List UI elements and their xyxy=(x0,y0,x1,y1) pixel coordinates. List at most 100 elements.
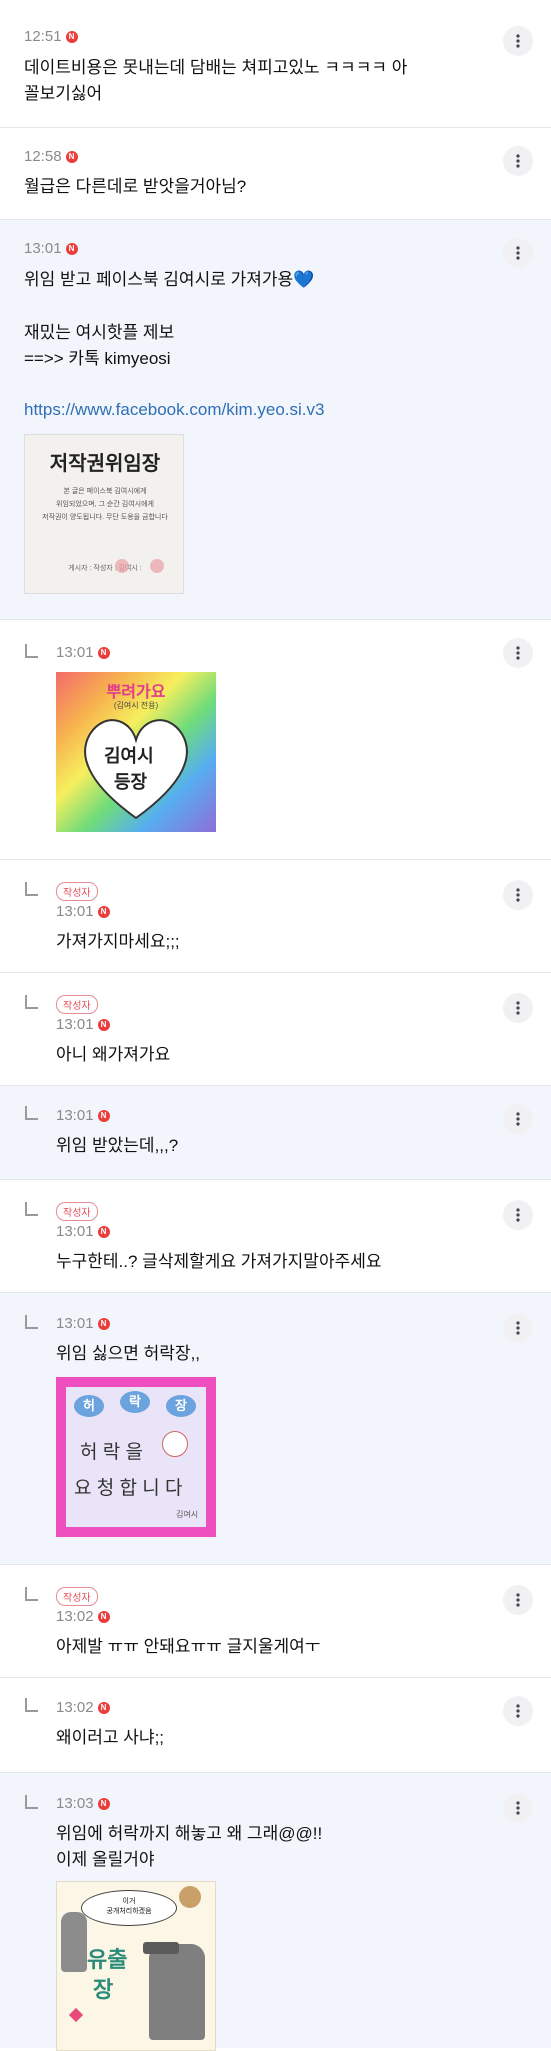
image-line: 허 락 을 xyxy=(80,1442,143,1463)
comment-meta: 12:51 N xyxy=(24,28,78,45)
image-line: 위임되었으며, 그 순간 김여시에게 xyxy=(56,501,154,508)
reply-arrow-icon xyxy=(25,1795,38,1809)
more-vertical-icon xyxy=(516,1112,520,1126)
leak-sticker-image: 이거 공개처리하겠음 유출 장 xyxy=(56,1881,216,2051)
image-signature: 김여시 xyxy=(176,1510,199,1519)
more-vertical-icon xyxy=(516,1208,520,1222)
new-badge-icon: N xyxy=(97,646,110,659)
new-badge-icon: N xyxy=(97,1225,110,1238)
more-vertical-icon xyxy=(516,154,520,168)
image-line: 요 청 합 니 다 xyxy=(74,1478,183,1499)
blue-heart-icon: 장 xyxy=(166,1395,196,1417)
image-line: 본 글은 페이스북 김여시에게 xyxy=(63,488,147,495)
sticker-line: 유출 xyxy=(87,1947,128,1972)
more-options-button[interactable] xyxy=(503,880,533,910)
new-badge-icon: N xyxy=(65,242,78,255)
more-options-button[interactable] xyxy=(503,1104,533,1134)
moai-icon xyxy=(149,1944,205,2040)
facebook-link[interactable]: https://www.facebook.com/kim.yeo.si.v3 xyxy=(24,397,324,423)
image-body: 본 글은 페이스북 김여시에게 위임되었으며, 그 순간 김여시에게 저작권이 … xyxy=(33,485,177,524)
reply-comment: 작성자 13:01 N 누구한테..? 글삭제할게요 가져가지말아주세요 xyxy=(0,1180,551,1293)
reply-arrow-icon xyxy=(25,1315,38,1329)
timestamp: 13:01 xyxy=(56,644,94,661)
new-badge-icon: N xyxy=(97,1797,110,1810)
blue-heart-icon: 락 xyxy=(120,1391,150,1413)
comment-text: 누구한테..? 글삭제할게요 가져가지말아주세요 xyxy=(56,1252,382,1271)
cap-icon xyxy=(143,1942,179,1954)
reply-arrow-icon xyxy=(25,882,38,896)
comment-text: 아제발 ㅠㅠ 안돼요ㅠㅠ 글지울게여ㅜ xyxy=(56,1637,321,1656)
reply-comment: 13:01 N 뿌려가요 (김여시 전용) 김여시 등장 xyxy=(0,620,551,860)
more-vertical-icon xyxy=(516,1801,520,1815)
more-options-button[interactable] xyxy=(503,1585,533,1615)
permission-request-image: 허 락 장 허 락 을 요 청 합 니 다 김여시 xyxy=(56,1377,216,1537)
reply-comment: 13:01 N 위임 받았는데,,,? xyxy=(0,1086,551,1180)
comment-meta: 13:01 N xyxy=(56,1223,110,1240)
fingerprint-icon xyxy=(115,559,129,573)
more-vertical-icon xyxy=(516,1593,520,1607)
comment-meta: 13:01 N xyxy=(56,1107,110,1124)
reply-comment: 작성자 13:02 N 아제발 ㅠㅠ 안돼요ㅠㅠ 글지울게여ㅜ xyxy=(0,1565,551,1678)
more-options-button[interactable] xyxy=(503,1200,533,1230)
more-vertical-icon xyxy=(516,1321,520,1335)
author-badge: 작성자 xyxy=(56,1202,98,1221)
more-options-button[interactable] xyxy=(503,1313,533,1343)
timestamp: 13:02 xyxy=(56,1699,94,1716)
more-options-button[interactable] xyxy=(503,638,533,668)
new-badge-icon: N xyxy=(97,1317,110,1330)
reply-arrow-icon xyxy=(25,644,38,658)
new-badge-icon: N xyxy=(97,1018,110,1031)
comment-text: 가져가지마세요;;; xyxy=(56,932,180,951)
more-options-button[interactable] xyxy=(503,993,533,1023)
reply-comment: 작성자 13:01 N 아니 왜가져가요 xyxy=(0,973,551,1086)
more-options-button[interactable] xyxy=(503,146,533,176)
sticker-line: 김여시 xyxy=(104,746,154,766)
comment-text: 이제 올릴거야 xyxy=(56,1850,155,1869)
comment-line: ==>> 카톡 kimyeosi xyxy=(24,349,171,368)
new-badge-icon: N xyxy=(65,150,78,163)
reply-arrow-icon xyxy=(25,1106,38,1120)
comment-line: 위임 받고 페이스북 김여시로 가져가용 xyxy=(24,270,294,289)
comment-meta: 13:01 N xyxy=(56,644,110,661)
bear-icon xyxy=(179,1886,201,1908)
fingerprint-icon xyxy=(150,559,164,573)
reply-arrow-icon xyxy=(25,1698,38,1712)
timestamp: 12:51 xyxy=(24,28,62,45)
author-badge: 작성자 xyxy=(56,1587,98,1606)
heart-icon xyxy=(68,2007,84,2023)
author-badge: 작성자 xyxy=(56,882,98,901)
comment-text: 위임에 허락까지 해놓고 왜 그래@@!! xyxy=(56,1824,323,1843)
more-vertical-icon xyxy=(516,646,520,660)
comment-line: 재밌는 여시핫플 제보 xyxy=(24,323,175,342)
comment-meta: 13:02 N xyxy=(56,1699,110,1716)
more-options-button[interactable] xyxy=(503,1793,533,1823)
comment-text: 왜이러고 사냐;; xyxy=(56,1728,165,1747)
reply-arrow-icon xyxy=(25,1202,38,1216)
image-line: 저작권이 양도됩니다. 무단 도용을 금합니다 xyxy=(42,514,168,521)
comment: 12:58 N 월급은 다른데로 받앗을거아님? xyxy=(0,128,551,220)
reply-arrow-icon xyxy=(25,995,38,1009)
more-vertical-icon xyxy=(516,1001,520,1015)
timestamp: 13:01 xyxy=(56,1016,94,1033)
new-badge-icon: N xyxy=(65,30,78,43)
sticker-line: 등장 xyxy=(114,772,148,792)
new-badge-icon: N xyxy=(97,905,110,918)
image-inner: 허 락 장 허 락 을 요 청 합 니 다 김여시 xyxy=(66,1387,206,1527)
more-options-button[interactable] xyxy=(503,238,533,268)
reply-comment: 13:02 N 왜이러고 사냐;; xyxy=(0,1678,551,1773)
comment-text: 위임 받고 페이스북 김여시로 가져가용💙 xyxy=(24,267,314,293)
more-options-button[interactable] xyxy=(503,1696,533,1726)
image-title: 저작권위임장 xyxy=(49,453,161,475)
timestamp: 13:02 xyxy=(56,1608,94,1625)
timestamp: 13:01 xyxy=(56,1223,94,1240)
timestamp: 13:01 xyxy=(56,1107,94,1124)
comment-meta: 13:01 N xyxy=(56,1315,110,1332)
more-options-button[interactable] xyxy=(503,26,533,56)
speech-bubble: 이거 공개처리하겠음 xyxy=(81,1890,177,1926)
cat-icon xyxy=(162,1431,188,1457)
copyright-delegation-image: 저작권위임장 본 글은 페이스북 김여시에게 위임되었으며, 그 순간 김여시에… xyxy=(24,434,184,594)
blue-heart-icon: 💙 xyxy=(293,270,315,289)
reply-comment: 13:01 N 위임 싫으면 허락장,, 허 락 장 허 락 을 요 청 합 니… xyxy=(0,1293,551,1565)
reply-comment: 작성자 13:01 N 가져가지마세요;;; xyxy=(0,860,551,973)
new-badge-icon: N xyxy=(97,1701,110,1714)
